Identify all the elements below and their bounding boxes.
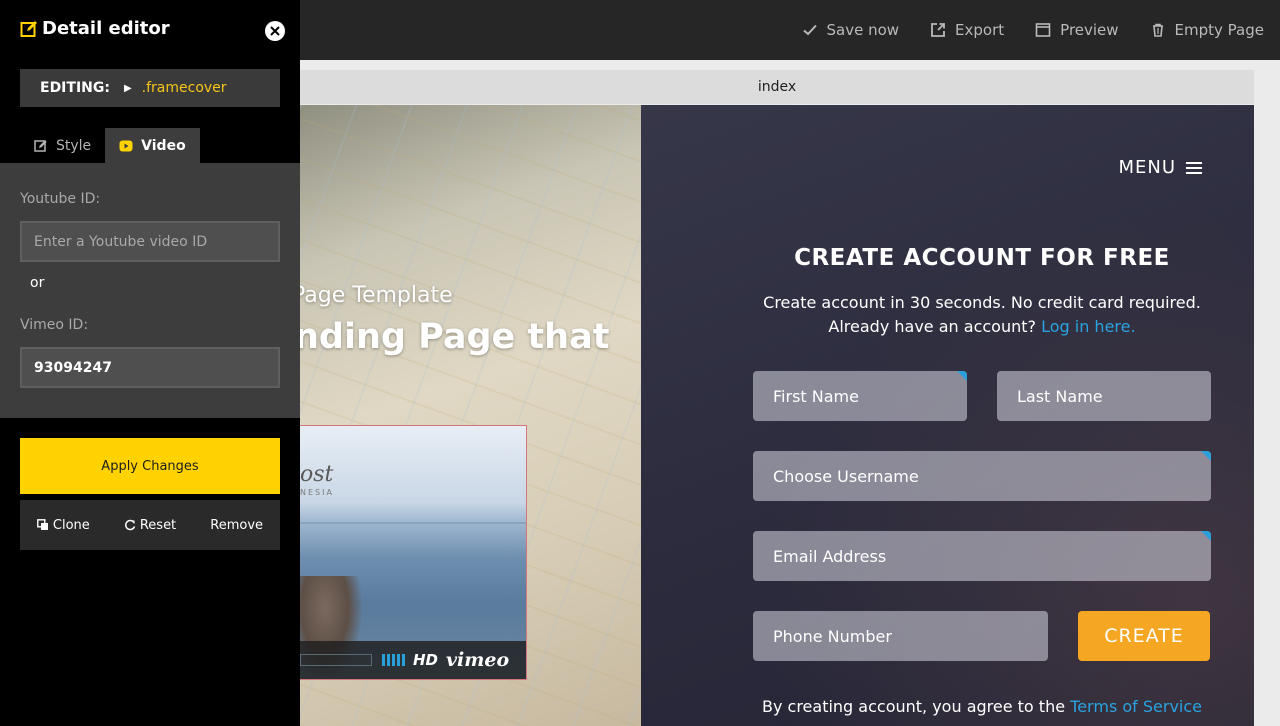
volume-icon[interactable] (382, 654, 405, 666)
tab-video-label: Video (141, 137, 186, 154)
edit-icon (34, 139, 47, 152)
preview-label: Preview (1060, 21, 1119, 39)
reset-label: Reset (139, 517, 177, 533)
create-label: CREATE (1104, 625, 1184, 647)
video-logo-subtext: NESIA (300, 488, 334, 497)
vimeo-logo[interactable]: vimeo (446, 649, 509, 671)
last-name-field[interactable]: Last Name (997, 371, 1211, 421)
clone-label: Clone (52, 517, 90, 533)
first-name-field[interactable]: First Name (753, 371, 967, 421)
youtube-id-input[interactable] (20, 221, 280, 262)
page-frame-title: index (757, 79, 797, 95)
apply-changes-button[interactable]: Apply Changes (20, 438, 280, 494)
video-logo-text: ost (300, 462, 334, 487)
editing-label: EDITING: (40, 80, 110, 96)
hero-section[interactable]: Page Template nding Page that ost NESIA … (300, 105, 641, 726)
youtube-id-label: Youtube ID: (20, 191, 101, 207)
tab-video[interactable]: Video (105, 128, 200, 163)
hamburger-icon (1186, 161, 1202, 174)
video-frame[interactable]: ost NESIA HD vimeo (300, 425, 527, 680)
vimeo-id-label: Vimeo ID: (20, 317, 89, 333)
login-link[interactable]: Log in here. (1041, 317, 1135, 336)
phone-placeholder: Phone Number (773, 626, 892, 646)
phone-field[interactable]: Phone Number (753, 611, 1048, 661)
page-frame-tab[interactable]: index (300, 70, 1254, 104)
export-label: Export (955, 21, 1005, 39)
preview-button[interactable]: Preview (1035, 21, 1119, 39)
element-actions: Clone Reset Remove (20, 500, 280, 550)
save-now-button[interactable]: Save now (802, 21, 900, 39)
terms-text: By creating account, you agree to the (761, 697, 1066, 716)
or-label: or (30, 275, 45, 291)
remove-button[interactable]: Remove (193, 518, 280, 533)
copy-icon (36, 519, 48, 530)
required-marker (957, 371, 967, 381)
empty-page-label: Empty Page (1174, 21, 1264, 39)
signup-tagline: Create account in 30 seconds. No credit … (763, 293, 1201, 312)
terms-link[interactable]: Terms of Service (1070, 697, 1202, 716)
save-now-label: Save now (826, 21, 900, 39)
username-placeholder: Choose Username (773, 466, 919, 486)
panel-title: Detail editor (42, 18, 170, 39)
terms-notice: By creating account, you agree to the Te… (641, 697, 1254, 716)
menu-label: MENU (1118, 157, 1176, 178)
signup-title: CREATE ACCOUNT FOR FREE (794, 245, 1170, 271)
menu-button[interactable]: MENU (1118, 157, 1202, 178)
export-icon (931, 23, 945, 37)
required-marker (1201, 531, 1211, 541)
video-controls: HD vimeo (300, 641, 526, 679)
trash-icon (1152, 23, 1163, 37)
email-placeholder: Email Address (773, 546, 887, 566)
play-icon (119, 140, 133, 151)
clone-button[interactable]: Clone (20, 518, 107, 533)
first-name-placeholder: First Name (773, 386, 859, 406)
empty-page-button[interactable]: Empty Page (1150, 21, 1264, 39)
panel-header: Detail editor (20, 18, 170, 39)
username-field[interactable]: Choose Username (753, 451, 1211, 501)
editing-target[interactable]: .framecover (142, 80, 227, 96)
login-prompt-text: Already have an account? (828, 317, 1036, 336)
triangle-right-icon: ▶ (123, 82, 132, 94)
edit-icon (20, 20, 37, 37)
email-field[interactable]: Email Address (753, 531, 1211, 581)
hd-badge[interactable]: HD (413, 651, 438, 669)
reset-button[interactable]: Reset (107, 518, 194, 533)
close-icon (270, 26, 280, 36)
close-button[interactable] (265, 21, 285, 41)
editing-breadcrumb: EDITING: ▶ .framecover (20, 69, 280, 107)
remove-label: Remove (210, 517, 264, 533)
refresh-icon (124, 519, 136, 531)
signup-section: MENU CREATE ACCOUNT FOR FREE Create acco… (641, 105, 1254, 726)
video-horizon (300, 522, 526, 524)
create-button[interactable]: CREATE (1078, 611, 1210, 661)
required-marker (1201, 451, 1211, 461)
tab-style-label: Style (56, 137, 92, 154)
video-progress-bar[interactable] (300, 654, 372, 666)
toolbar-actions: Save now Export Preview Empty Page (771, 0, 1264, 60)
tab-style[interactable]: Style (20, 128, 105, 163)
login-prompt: Already have an account? Log in here. (641, 317, 1254, 336)
check-icon (802, 24, 817, 36)
export-button[interactable]: Export (930, 21, 1004, 39)
hero-title: nding Page that (300, 317, 610, 357)
hero-subtitle: Page Template (300, 283, 453, 308)
window-icon (1035, 23, 1051, 37)
video-settings-panel: Youtube ID: or Vimeo ID: (0, 163, 300, 418)
apply-changes-label: Apply Changes (101, 458, 199, 474)
vimeo-id-input[interactable] (20, 347, 280, 388)
last-name-placeholder: Last Name (1017, 386, 1103, 406)
detail-editor-panel: Detail editor EDITING: ▶ .framecover Sty… (0, 0, 300, 726)
page-frame: Page Template nding Page that ost NESIA … (300, 105, 1254, 726)
editor-tabs: Style Video (20, 128, 200, 163)
